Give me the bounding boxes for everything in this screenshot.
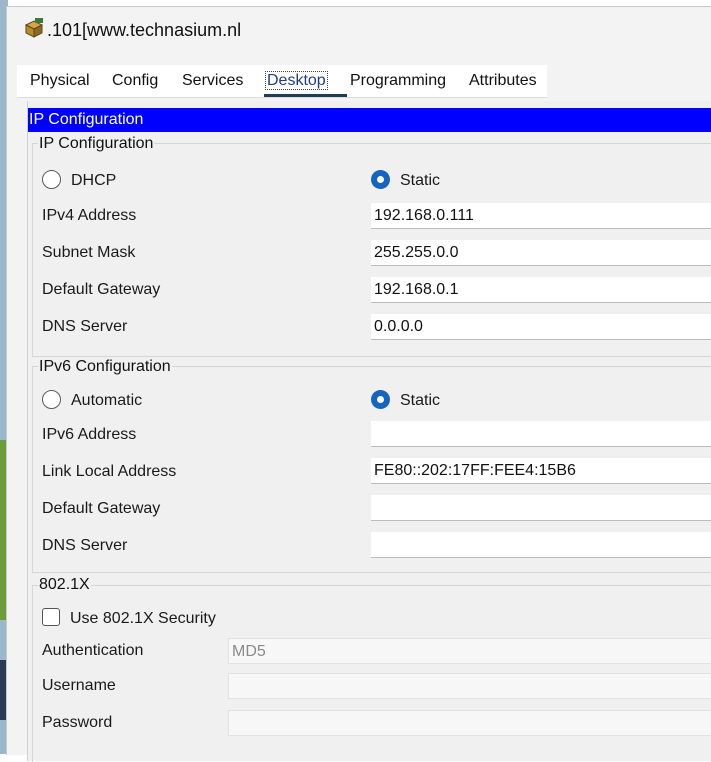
ipv4-dns-label: DNS Server xyxy=(42,318,128,335)
packet-tracer-app-icon xyxy=(24,18,44,38)
panel-header: IP Configuration xyxy=(28,108,711,132)
ipv6-dns-label: DNS Server xyxy=(42,537,128,554)
subnet-mask-label: Subnet Mask xyxy=(42,244,136,261)
link-local-address-field[interactable]: FE80::202:17FF:FEE4:15B6 xyxy=(371,458,711,484)
use-dot1x-checkbox[interactable] xyxy=(42,608,60,626)
username-field[interactable] xyxy=(228,673,711,699)
ipv6-automatic-label: Automatic xyxy=(71,392,143,409)
ipv6-static-radio[interactable] xyxy=(371,390,390,409)
ip-configuration-panel: IP Configuration IP Configuration DHCP S… xyxy=(27,101,711,762)
ipv4-address-field[interactable]: 192.168.0.111 xyxy=(371,203,711,229)
tab-services[interactable]: Services xyxy=(182,69,243,93)
link-local-address-label: Link Local Address xyxy=(42,463,177,480)
subnet-mask-field[interactable]: 255.255.0.0 xyxy=(371,240,711,266)
authentication-label: Authentication xyxy=(42,642,144,659)
ipv4-address-label: IPv4 Address xyxy=(42,207,137,224)
ipv6-address-field[interactable] xyxy=(371,421,711,447)
ipv4-section-title: IP Configuration xyxy=(38,135,155,153)
username-label: Username xyxy=(42,677,116,694)
tab-desktop[interactable]: Desktop xyxy=(265,69,328,93)
ipv6-automatic-radio[interactable] xyxy=(42,390,61,409)
authentication-select[interactable]: MD5 xyxy=(228,638,711,664)
password-field[interactable] xyxy=(228,710,711,736)
tab-config[interactable]: Config xyxy=(112,69,158,93)
tab-bar: Physical Config Services Desktop Program… xyxy=(17,65,547,98)
password-label: Password xyxy=(42,714,113,731)
ipv4-gateway-field[interactable]: 192.168.0.1 xyxy=(371,277,711,303)
ipv4-gateway-label: Default Gateway xyxy=(42,281,161,298)
dhcp-label: DHCP xyxy=(71,172,117,189)
ipv6-static-label: Static xyxy=(400,392,441,409)
device-window: .101[www.technasium.nl Physical Config S… xyxy=(6,6,711,762)
tab-programming[interactable]: Programming xyxy=(350,69,446,93)
dot1x-section-title: 802.1X xyxy=(38,576,91,594)
ipv4-static-radio[interactable] xyxy=(371,170,390,189)
ipv6-address-label: IPv6 Address xyxy=(42,426,137,443)
tab-physical[interactable]: Physical xyxy=(30,69,90,93)
ipv6-section-title: IPv6 Configuration xyxy=(38,358,172,376)
ipv6-dns-field[interactable] xyxy=(371,532,711,558)
ipv4-dns-field[interactable]: 0.0.0.0 xyxy=(371,314,711,340)
active-tab-indicator xyxy=(264,94,347,97)
window-title: .101[www.technasium.nl xyxy=(47,20,242,40)
dhcp-radio[interactable] xyxy=(42,170,61,189)
tab-attributes[interactable]: Attributes xyxy=(469,69,537,93)
ipv6-gateway-label: Default Gateway xyxy=(42,500,161,517)
ipv4-static-label: Static xyxy=(400,172,441,189)
ipv6-gateway-field[interactable] xyxy=(371,495,711,521)
title-bar[interactable]: .101[www.technasium.nl xyxy=(7,7,711,53)
use-dot1x-label: Use 802.1X Security xyxy=(70,610,216,627)
